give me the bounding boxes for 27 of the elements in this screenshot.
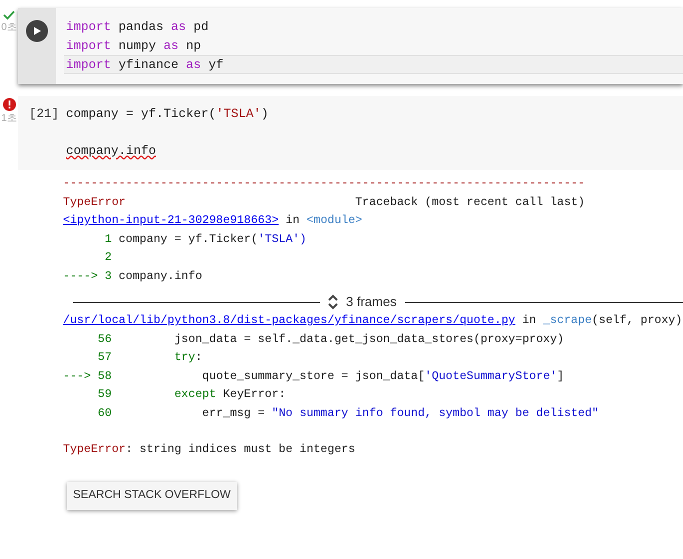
traceback-line: 57 try: bbox=[96, 350, 204, 366]
traceback-line: <ipython-input-21-30298e918663> in <module> bbox=[63, 213, 364, 229]
traceback-line: ---> 58 quote_summary_store = json_data['QuoteSummaryStore'] bbox=[63, 368, 565, 384]
execution-count: [21] bbox=[29, 106, 60, 122]
expand-icon[interactable] bbox=[327, 294, 339, 310]
error-message: TypeError: string indices must be integers bbox=[63, 442, 356, 458]
traceback-line: 56 json_data = self._data.get_json_data_stores(proxy=proxy) bbox=[96, 332, 565, 348]
search-stack-overflow-button[interactable]: SEARCH STACK OVERFLOW bbox=[67, 482, 237, 510]
code-line: import numpy as np bbox=[65, 38, 202, 54]
traceback-line: TypeError Traceback (most recent call last) bbox=[63, 194, 586, 210]
code-line: import pandas as pd bbox=[65, 19, 210, 36]
traceback-line: /usr/local/lib/python3.8/dist-packages/yfinance/scrapers/quote.py in _scrape(self, proxy) bbox=[63, 313, 683, 329]
code-cell[interactable]: [21] company = yf.Ticker('TSLA') company.info bbox=[18, 96, 683, 170]
traceback-line: 1 company = yf.Ticker('TSLA') bbox=[104, 232, 308, 248]
code-cell[interactable]: import pandas as pd import numpy as np import yfinance as yf bbox=[18, 8, 683, 84]
code-line: company = yf.Ticker('TSLA') bbox=[65, 106, 270, 122]
run-button[interactable] bbox=[26, 20, 48, 42]
traceback-line: 59 except KeyError: bbox=[96, 387, 287, 403]
traceback-line: ----> 3 company.info bbox=[63, 268, 204, 284]
traceback-line: 60 err_msg = "No summary info found, symbol may be delisted" bbox=[96, 406, 600, 422]
play-icon bbox=[32, 26, 42, 36]
traceback-line: 2 bbox=[104, 250, 113, 266]
frames-toggle[interactable]: 3 frames bbox=[346, 292, 397, 312]
traceback-line: --------------------------------------------------------------------------- bbox=[63, 176, 586, 192]
code-line: company.info bbox=[65, 142, 158, 160]
execution-time: 0초 bbox=[1, 23, 17, 33]
execution-time: 1초 bbox=[1, 114, 17, 124]
